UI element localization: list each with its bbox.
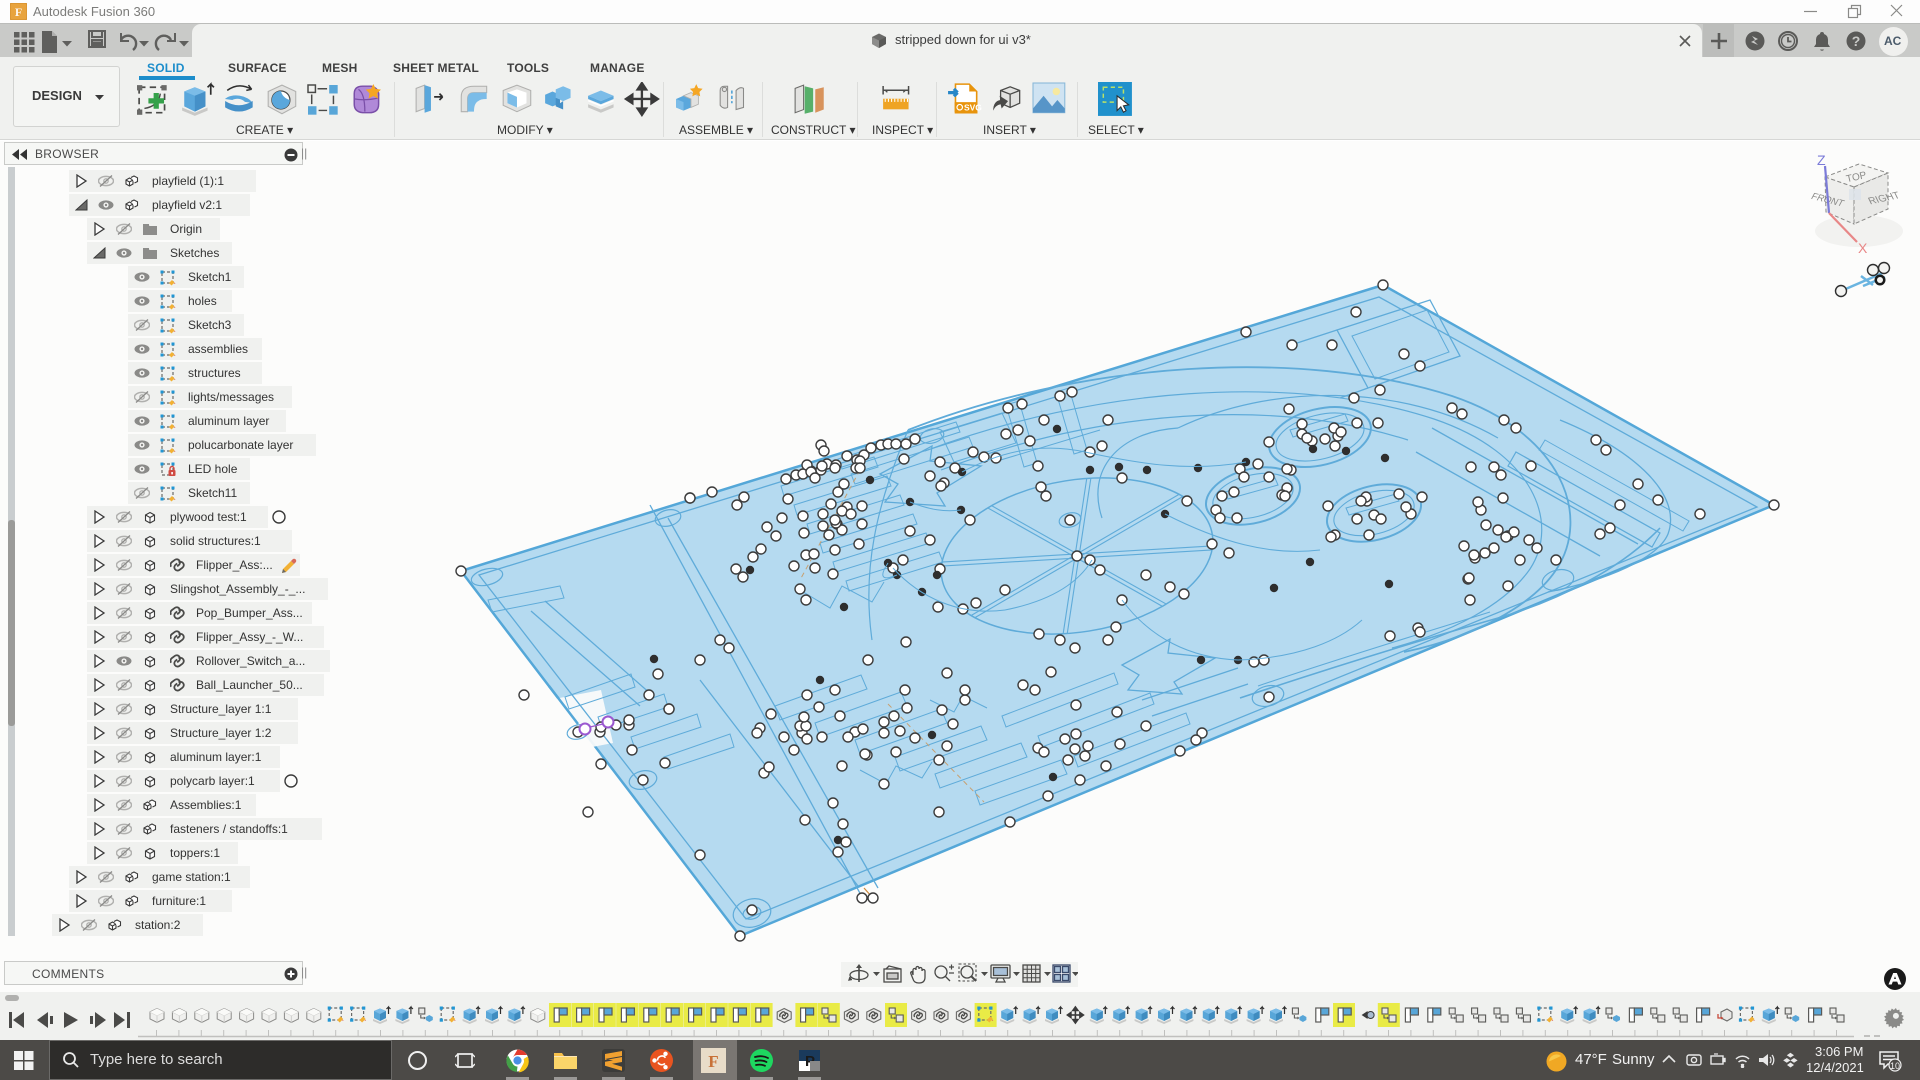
svg-text:Z: Z bbox=[1817, 152, 1826, 168]
svg-text:10: 10 bbox=[1890, 1061, 1900, 1071]
svg-text:F: F bbox=[15, 5, 22, 19]
svg-text:F: F bbox=[708, 1052, 718, 1071]
svg-text:X: X bbox=[1858, 240, 1868, 256]
svg-text:SVG: SVG bbox=[964, 103, 982, 113]
svg-text:?: ? bbox=[1852, 33, 1861, 49]
